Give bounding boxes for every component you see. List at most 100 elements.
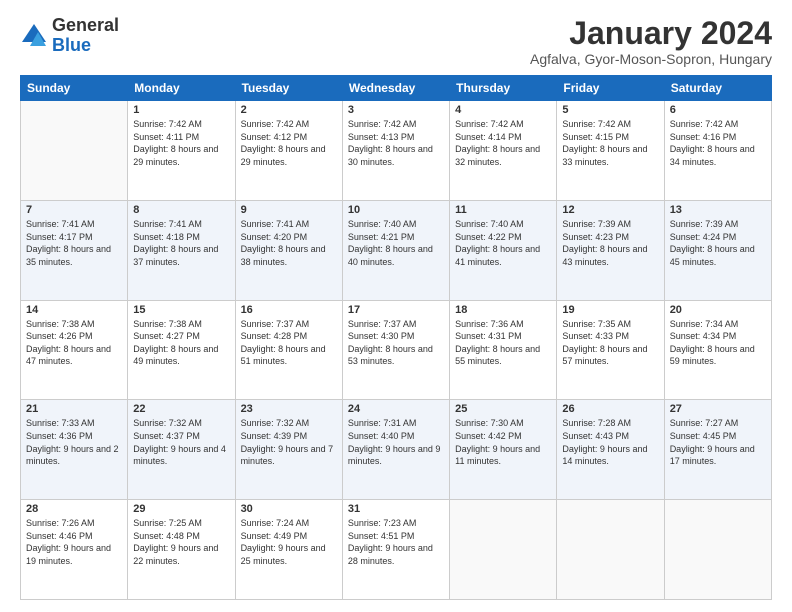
- page: General Blue January 2024 Agfalva, Gyor-…: [0, 0, 792, 612]
- weekday-header-thursday: Thursday: [450, 76, 557, 101]
- day-number: 12: [562, 204, 658, 216]
- day-info: Sunrise: 7:41 AMSunset: 4:20 PMDaylight:…: [241, 218, 337, 268]
- logo: General Blue: [20, 16, 119, 56]
- day-info: Sunrise: 7:34 AMSunset: 4:34 PMDaylight:…: [670, 318, 766, 368]
- day-number: 21: [26, 403, 122, 415]
- title-block: January 2024 Agfalva, Gyor-Moson-Sopron,…: [530, 16, 772, 67]
- day-info: Sunrise: 7:31 AMSunset: 4:40 PMDaylight:…: [348, 417, 444, 467]
- day-cell: 26 Sunrise: 7:28 AMSunset: 4:43 PMDayligh…: [557, 400, 664, 500]
- day-number: 11: [455, 204, 551, 216]
- day-number: 30: [241, 503, 337, 515]
- day-info: Sunrise: 7:24 AMSunset: 4:49 PMDaylight:…: [241, 517, 337, 567]
- day-info: Sunrise: 7:42 AMSunset: 4:15 PMDaylight:…: [562, 118, 658, 168]
- day-number: 25: [455, 403, 551, 415]
- day-number: 18: [455, 304, 551, 316]
- calendar-table: SundayMondayTuesdayWednesdayThursdayFrid…: [20, 75, 772, 600]
- day-info: Sunrise: 7:36 AMSunset: 4:31 PMDaylight:…: [455, 318, 551, 368]
- day-number: 16: [241, 304, 337, 316]
- day-info: Sunrise: 7:27 AMSunset: 4:45 PMDaylight:…: [670, 417, 766, 467]
- day-number: 8: [133, 204, 229, 216]
- day-info: Sunrise: 7:42 AMSunset: 4:14 PMDaylight:…: [455, 118, 551, 168]
- logo-blue: Blue: [52, 35, 91, 55]
- day-info: Sunrise: 7:33 AMSunset: 4:36 PMDaylight:…: [26, 417, 122, 467]
- week-row-3: 14Sunrise: 7:38 AMSunset: 4:26 PMDayligh…: [21, 300, 772, 400]
- day-info: Sunrise: 7:35 AMSunset: 4:33 PMDaylight:…: [562, 318, 658, 368]
- weekday-header-saturday: Saturday: [664, 76, 771, 101]
- day-cell: 27 Sunrise: 7:27 AMSunset: 4:45 PMDayligh…: [664, 400, 771, 500]
- day-number: 29: [133, 503, 229, 515]
- day-number: 9: [241, 204, 337, 216]
- location-subtitle: Agfalva, Gyor-Moson-Sopron, Hungary: [530, 51, 772, 67]
- day-info: Sunrise: 7:23 AMSunset: 4:51 PMDaylight:…: [348, 517, 444, 567]
- day-number: 22: [133, 403, 229, 415]
- day-cell: 31 Sunrise: 7:23 AMSunset: 4:51 PMDayligh…: [342, 500, 449, 600]
- day-info: Sunrise: 7:38 AMSunset: 4:27 PMDaylight:…: [133, 318, 229, 368]
- week-row-5: 28 Sunrise: 7:26 AMSunset: 4:46 PMDayligh…: [21, 500, 772, 600]
- day-info: Sunrise: 7:42 AMSunset: 4:11 PMDaylight:…: [133, 118, 229, 168]
- day-number: 10: [348, 204, 444, 216]
- day-info: Sunrise: 7:40 AMSunset: 4:22 PMDaylight:…: [455, 218, 551, 268]
- weekday-header-friday: Friday: [557, 76, 664, 101]
- calendar-header: SundayMondayTuesdayWednesdayThursdayFrid…: [21, 76, 772, 101]
- header: General Blue January 2024 Agfalva, Gyor-…: [20, 16, 772, 67]
- day-cell: 28 Sunrise: 7:26 AMSunset: 4:46 PMDayligh…: [21, 500, 128, 600]
- day-cell: 2 Sunrise: 7:42 AMSunset: 4:12 PMDaylight…: [235, 101, 342, 201]
- day-info: Sunrise: 7:30 AMSunset: 4:42 PMDaylight:…: [455, 417, 551, 467]
- day-cell: 16Sunrise: 7:37 AMSunset: 4:28 PMDayligh…: [235, 300, 342, 400]
- day-cell: 29 Sunrise: 7:25 AMSunset: 4:48 PMDayligh…: [128, 500, 235, 600]
- day-cell: 23Sunrise: 7:32 AMSunset: 4:39 PMDayligh…: [235, 400, 342, 500]
- day-cell: 25 Sunrise: 7:30 AMSunset: 4:42 PMDayligh…: [450, 400, 557, 500]
- day-cell: 6Sunrise: 7:42 AMSunset: 4:16 PMDaylight…: [664, 101, 771, 201]
- weekday-header-row: SundayMondayTuesdayWednesdayThursdayFrid…: [21, 76, 772, 101]
- calendar-body: 1 Sunrise: 7:42 AMSunset: 4:11 PMDaylight…: [21, 101, 772, 600]
- day-number: 26: [562, 403, 658, 415]
- day-cell: 5Sunrise: 7:42 AMSunset: 4:15 PMDaylight…: [557, 101, 664, 201]
- logo-text: General Blue: [52, 16, 119, 56]
- day-info: Sunrise: 7:25 AMSunset: 4:48 PMDaylight:…: [133, 517, 229, 567]
- day-info: Sunrise: 7:42 AMSunset: 4:12 PMDaylight:…: [241, 118, 337, 168]
- weekday-header-wednesday: Wednesday: [342, 76, 449, 101]
- day-number: 27: [670, 403, 766, 415]
- day-cell: 18 Sunrise: 7:36 AMSunset: 4:31 PMDayligh…: [450, 300, 557, 400]
- day-number: 28: [26, 503, 122, 515]
- day-cell: 12 Sunrise: 7:39 AMSunset: 4:23 PMDayligh…: [557, 200, 664, 300]
- day-cell: 8Sunrise: 7:41 AMSunset: 4:18 PMDaylight…: [128, 200, 235, 300]
- day-cell: 17Sunrise: 7:37 AMSunset: 4:30 PMDayligh…: [342, 300, 449, 400]
- week-row-2: 7Sunrise: 7:41 AMSunset: 4:17 PMDaylight…: [21, 200, 772, 300]
- day-cell: 19 Sunrise: 7:35 AMSunset: 4:33 PMDayligh…: [557, 300, 664, 400]
- day-cell: 7Sunrise: 7:41 AMSunset: 4:17 PMDaylight…: [21, 200, 128, 300]
- day-number: 3: [348, 104, 444, 116]
- day-info: Sunrise: 7:26 AMSunset: 4:46 PMDaylight:…: [26, 517, 122, 567]
- day-number: 20: [670, 304, 766, 316]
- day-info: Sunrise: 7:38 AMSunset: 4:26 PMDaylight:…: [26, 318, 122, 368]
- day-number: 4: [455, 104, 551, 116]
- day-number: 19: [562, 304, 658, 316]
- day-number: 7: [26, 204, 122, 216]
- day-number: 31: [348, 503, 444, 515]
- day-info: Sunrise: 7:40 AMSunset: 4:21 PMDaylight:…: [348, 218, 444, 268]
- day-info: Sunrise: 7:39 AMSunset: 4:23 PMDaylight:…: [562, 218, 658, 268]
- day-info: Sunrise: 7:39 AMSunset: 4:24 PMDaylight:…: [670, 218, 766, 268]
- day-cell: 21 Sunrise: 7:33 AMSunset: 4:36 PMDayligh…: [21, 400, 128, 500]
- week-row-4: 21 Sunrise: 7:33 AMSunset: 4:36 PMDayligh…: [21, 400, 772, 500]
- day-number: 1: [133, 104, 229, 116]
- day-info: Sunrise: 7:28 AMSunset: 4:43 PMDaylight:…: [562, 417, 658, 467]
- weekday-header-monday: Monday: [128, 76, 235, 101]
- day-number: 17: [348, 304, 444, 316]
- day-number: 15: [133, 304, 229, 316]
- day-cell: [450, 500, 557, 600]
- day-info: Sunrise: 7:42 AMSunset: 4:13 PMDaylight:…: [348, 118, 444, 168]
- day-cell: 14Sunrise: 7:38 AMSunset: 4:26 PMDayligh…: [21, 300, 128, 400]
- day-cell: 1 Sunrise: 7:42 AMSunset: 4:11 PMDaylight…: [128, 101, 235, 201]
- day-cell: 24Sunrise: 7:31 AMSunset: 4:40 PMDayligh…: [342, 400, 449, 500]
- day-cell: 13Sunrise: 7:39 AMSunset: 4:24 PMDayligh…: [664, 200, 771, 300]
- day-cell: 30 Sunrise: 7:24 AMSunset: 4:49 PMDayligh…: [235, 500, 342, 600]
- weekday-header-tuesday: Tuesday: [235, 76, 342, 101]
- day-number: 2: [241, 104, 337, 116]
- day-info: Sunrise: 7:32 AMSunset: 4:39 PMDaylight:…: [241, 417, 337, 467]
- day-cell: 3 Sunrise: 7:42 AMSunset: 4:13 PMDaylight…: [342, 101, 449, 201]
- day-cell: [21, 101, 128, 201]
- day-cell: 22Sunrise: 7:32 AMSunset: 4:37 PMDayligh…: [128, 400, 235, 500]
- day-cell: 4 Sunrise: 7:42 AMSunset: 4:14 PMDaylight…: [450, 101, 557, 201]
- day-cell: 20 Sunrise: 7:34 AMSunset: 4:34 PMDayligh…: [664, 300, 771, 400]
